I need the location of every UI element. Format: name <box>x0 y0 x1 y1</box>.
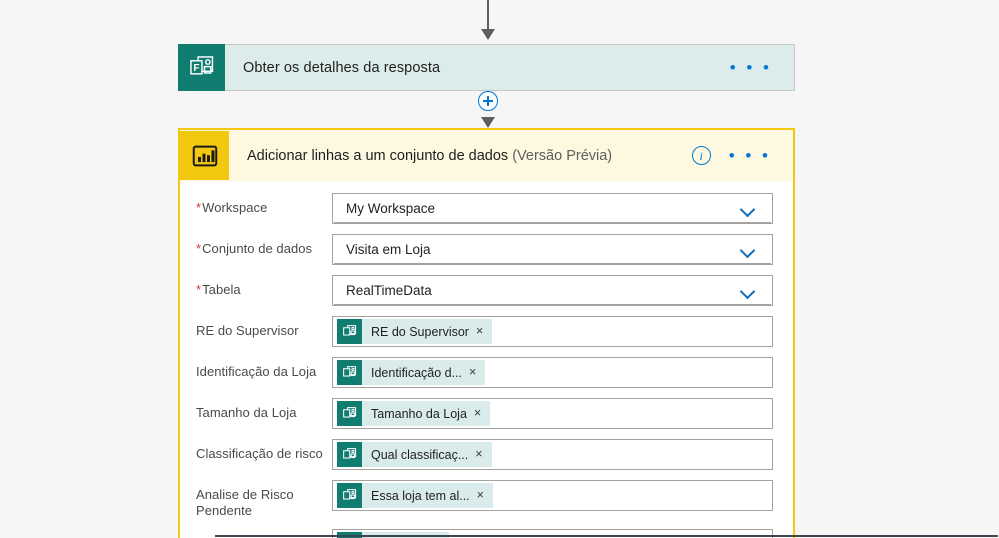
microsoft-forms-icon: F <box>178 44 225 91</box>
token-field-analise-de-risco-pendente[interactable]: Essa loja tem al... × <box>332 480 773 511</box>
token-chip[interactable]: RE do Supervisor × <box>337 319 493 344</box>
form-row-analise-de-risco-pendente: Analise de Risco Pendente Essa loja tem … <box>196 480 773 520</box>
overflow-menu-forms[interactable]: • • • <box>730 59 794 76</box>
action-title-preview-tag: (Versão Prévia) <box>512 147 613 164</box>
token-chip[interactable]: Identificação d... × <box>337 360 486 385</box>
token-chip[interactable]: Essa loja tem al... × <box>337 483 493 508</box>
field-label-workspace: *Workspace <box>196 200 268 215</box>
remove-token-icon[interactable]: × <box>469 366 485 379</box>
required-marker: * <box>196 200 202 215</box>
dropdown-value-table: RealTimeData <box>346 283 432 298</box>
token-label: Essa loja tem al... <box>371 488 470 503</box>
action-header-power-bi[interactable]: Adicionar linhas a um conjunto de dados … <box>180 130 793 181</box>
token-label: RE do Supervisor <box>371 324 469 339</box>
connector-middle <box>478 91 498 128</box>
token-chip[interactable]: Qual classificaç... × <box>337 442 492 467</box>
bottom-divider <box>215 535 998 537</box>
microsoft-forms-icon <box>337 360 362 385</box>
form-row-table: *Tabela RealTimeData <box>196 275 773 307</box>
action-card-forms[interactable]: F Obter os detalhes da resposta • • • <box>178 44 795 91</box>
chevron-down-icon[interactable] <box>740 283 756 299</box>
svg-text:F: F <box>193 63 199 74</box>
microsoft-forms-icon <box>337 319 362 344</box>
connector-top <box>481 0 495 44</box>
action-title-text: Adicionar linhas a um conjunto de dados <box>247 147 509 164</box>
token-field-tamanho-da-loja[interactable]: Tamanho da Loja × <box>332 398 773 429</box>
action-title-forms: Obter os detalhes da resposta <box>243 59 441 76</box>
token-field-re-do-supervisor[interactable]: RE do Supervisor × <box>332 316 773 347</box>
dropdown-value-dataset: Visita em Loja <box>346 242 431 257</box>
remove-token-icon[interactable]: × <box>477 489 493 502</box>
dropdown-workspace[interactable]: My Workspace <box>332 193 773 224</box>
field-underline <box>334 263 771 264</box>
chevron-down-icon[interactable] <box>740 201 756 217</box>
overflow-menu-power-bi[interactable]: • • • <box>729 147 793 164</box>
dropdown-value-workspace: My Workspace <box>346 201 436 216</box>
add-step-button[interactable] <box>478 91 498 111</box>
field-label-dataset: *Conjunto de dados <box>196 241 313 256</box>
token-label: Qual classificaç... <box>371 447 469 462</box>
token-chip[interactable]: Tamanho da Loja × <box>337 401 491 426</box>
field-label-analise-de-risco-pendente: Analise de Risco Pendente <box>196 487 294 519</box>
form-row-tamanho-da-loja: Tamanho da Loja Tamanho da Loja × <box>196 398 773 430</box>
dropdown-dataset[interactable]: Visita em Loja <box>332 234 773 265</box>
remove-token-icon[interactable]: × <box>474 407 490 420</box>
field-label-re-do-supervisor: RE do Supervisor <box>196 323 299 338</box>
form-row-classificacao-de-risco: Classificação de risco Qual classificaç.… <box>196 439 773 471</box>
field-label-tamanho-da-loja: Tamanho da Loja <box>196 405 297 420</box>
required-marker: * <box>196 241 202 256</box>
microsoft-forms-icon <box>337 401 362 426</box>
flow-designer-canvas: F Obter os detalhes da resposta • • • Ad… <box>0 0 999 538</box>
chevron-down-icon[interactable] <box>740 242 756 258</box>
token-field-identificacao-da-loja[interactable]: Identificação d... × <box>332 357 773 388</box>
power-bi-icon <box>180 131 229 180</box>
token-label: Identificação d... <box>371 365 463 380</box>
form-row-re-do-supervisor: RE do Supervisor RE do Supervisor × <box>196 316 773 348</box>
field-label-classificacao-de-risco: Classificação de risco <box>196 446 323 461</box>
remove-token-icon[interactable]: × <box>476 325 492 338</box>
microsoft-forms-icon <box>337 483 362 508</box>
action-form-power-bi: *Workspace My Workspace *Conjunto de dad… <box>180 181 793 538</box>
dropdown-table[interactable]: RealTimeData <box>332 275 773 306</box>
token-label: Tamanho da Loja <box>371 406 467 421</box>
remove-token-icon[interactable]: × <box>475 448 491 461</box>
field-label-identificacao-da-loja: Identificação da Loja <box>196 364 317 379</box>
form-row-identificacao-da-loja: Identificação da Loja Identificação d...… <box>196 357 773 389</box>
action-card-power-bi[interactable]: Adicionar linhas a um conjunto de dados … <box>178 128 795 538</box>
field-underline <box>334 222 771 223</box>
field-underline <box>334 304 771 305</box>
form-row-dataset: *Conjunto de dados Visita em Loja <box>196 234 773 266</box>
info-icon[interactable]: i <box>691 146 711 165</box>
token-field-classificacao-de-risco[interactable]: Qual classificaç... × <box>332 439 773 470</box>
required-marker: * <box>196 282 202 297</box>
field-label-table: *Tabela <box>196 282 241 297</box>
form-row-workspace: *Workspace My Workspace <box>196 193 773 225</box>
microsoft-forms-icon <box>337 442 362 467</box>
action-title-power-bi: Adicionar linhas a um conjunto de dados … <box>229 148 692 164</box>
